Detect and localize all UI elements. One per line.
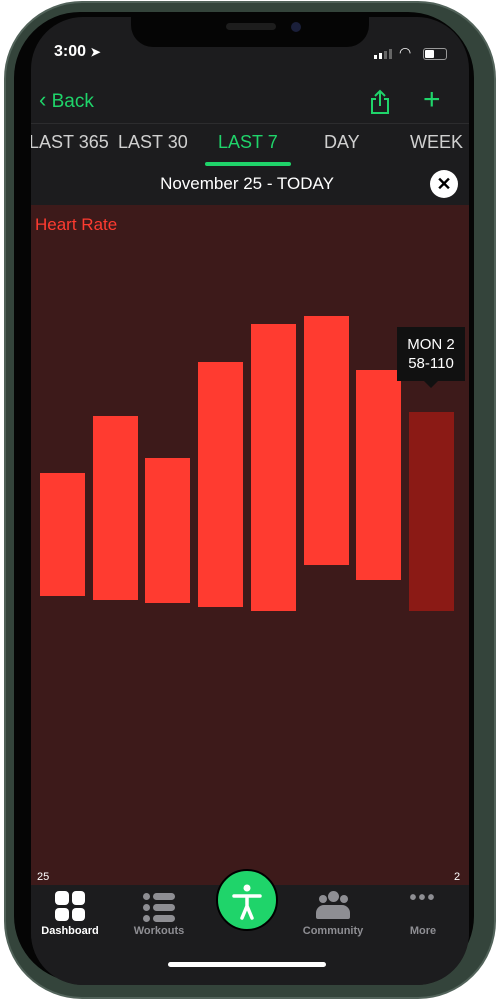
tooltip-day: MON 2 — [407, 336, 455, 353]
date-range: November 25 - TODAY — [160, 174, 334, 193]
tab-label: Community — [302, 925, 364, 937]
range-bar-1[interactable] — [356, 369, 402, 581]
home-indicator — [168, 962, 326, 967]
heart-rate-chart[interactable]: Heart Rate MON 258-110 25 28 2 — [31, 205, 469, 885]
time-text: 3:00 — [54, 43, 87, 60]
wifi-icon: ◠ — [399, 44, 412, 60]
add-button[interactable]: + — [423, 83, 441, 117]
nav-bar: ‹ Back + — [31, 83, 469, 123]
dashboard-icon — [55, 891, 85, 921]
tab-last-7[interactable]: LAST 7 — [218, 132, 278, 153]
chart-title: Heart Rate — [35, 215, 118, 234]
tab-community[interactable]: Community — [293, 891, 373, 937]
list-icon — [143, 891, 175, 922]
person-icon — [232, 884, 262, 920]
camera — [291, 22, 301, 32]
tab-label: More — [409, 925, 437, 937]
tab-label: Workouts — [133, 925, 185, 937]
share-icon — [371, 89, 389, 114]
more-icon: ••• — [409, 887, 437, 909]
share-button[interactable] — [369, 89, 389, 114]
tab-last-30[interactable]: LAST 30 — [118, 132, 188, 153]
close-button[interactable]: ✕ — [430, 170, 458, 198]
date-range-bar: November 25 - TODAY ✕ — [31, 165, 469, 205]
range-bar-28[interactable] — [198, 362, 244, 608]
range-bar-2[interactable] — [408, 412, 454, 611]
tab-last-365[interactable]: LAST 365 — [31, 132, 109, 153]
range-bar-30[interactable] — [303, 316, 349, 566]
x-tick-label: 2 — [454, 871, 461, 883]
tab-bar: Dashboard Workouts Community ••• More — [31, 869, 469, 985]
range-bar-27[interactable] — [145, 457, 191, 604]
battery-icon — [423, 48, 447, 60]
speaker — [226, 23, 276, 30]
location-icon: ➤ — [90, 45, 101, 59]
x-tick-label: 25 — [37, 871, 50, 883]
status-time: 3:00 ➤ — [54, 43, 101, 61]
tab-more[interactable]: ••• More — [383, 887, 463, 937]
tab-workouts[interactable]: Workouts — [119, 891, 199, 937]
back-button[interactable]: ‹ Back — [39, 87, 94, 113]
notch — [131, 17, 369, 47]
community-icon — [316, 891, 350, 921]
tab-week[interactable]: WEEK — [410, 132, 463, 153]
tab-label: Dashboard — [41, 925, 99, 937]
tab-day[interactable]: DAY — [324, 132, 360, 153]
back-label: Back — [51, 91, 94, 112]
screen: 3:00 ➤ ◠ ‹ Back + LAST 365 LAST 30 LAST … — [31, 17, 469, 985]
period-tabs: LAST 365 LAST 30 LAST 7 DAY WEEK — [31, 123, 469, 166]
tab-dashboard[interactable]: Dashboard — [31, 891, 110, 937]
signal-icon — [374, 49, 392, 59]
range-bar-26[interactable] — [92, 415, 138, 600]
chart-tooltip: MON 2 58-110 — [397, 327, 465, 388]
close-icon: ✕ — [436, 174, 452, 194]
range-bar-29[interactable] — [250, 323, 296, 611]
range-bar-25[interactable] — [40, 473, 85, 596]
chevron-left-icon: ‹ — [39, 87, 47, 112]
tooltip-range: 58-110 — [408, 355, 454, 372]
activity-button[interactable] — [216, 869, 278, 931]
